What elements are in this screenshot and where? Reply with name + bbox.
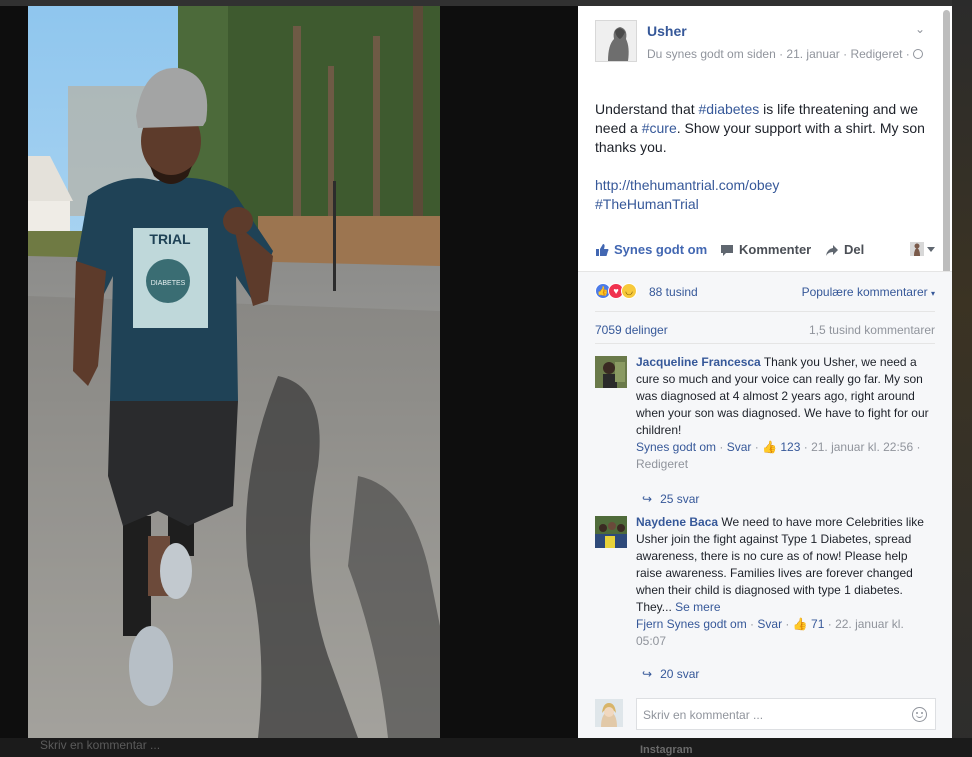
like-button-label: Synes godt om [614,242,708,257]
replies-count: 20 svar [660,667,700,681]
comment-author-link[interactable]: Jacqueline Francesca [636,355,761,369]
post-header: Usher Du synes godt om siden · 21. janua… [595,20,925,80]
hashtag-cure[interactable]: #cure [642,120,677,136]
background-section-label: Instagram [640,744,693,756]
like-button[interactable]: Synes godt om [595,242,707,257]
share-icon [826,244,838,256]
chevron-down-icon[interactable]: ⌄ [915,22,925,36]
hashtag-diabetes[interactable]: #diabetes [699,101,760,117]
post-meta: Du synes godt om siden · 21. januar · Re… [647,46,927,62]
comment-unlike-link[interactable]: Fjern Synes godt om [636,617,747,631]
post-text-segment: Understand that [595,101,699,117]
thumbs-up-icon [596,243,609,256]
reply-arrow-icon: ↪ [642,667,653,681]
comments-count[interactable]: 1,5 tusind kommentarer [809,323,935,337]
share-button[interactable]: Del [825,242,864,257]
page-name-link[interactable]: Usher [647,23,687,39]
comment-sort-label: Populære kommentarer [801,285,928,299]
comment-sort-dropdown[interactable]: Populære kommentarer ▾ [802,285,935,299]
comment-body: Jacqueline Francesca Thank you Usher, we… [636,354,936,473]
post-photo[interactable]: TRIAL DIABETES [28,6,440,738]
post-actions: Synes godt om Kommenter Del [595,240,935,262]
reaction-icons: 👍 ♥ ◡ [595,283,637,299]
thumbs-up-outline-icon: 👍 [762,440,778,454]
post-meta-text: Du synes godt om siden · 21. januar · Re… [647,47,910,61]
comment-like-count[interactable]: 👍 71 [793,617,825,631]
comment-like-count[interactable]: 👍 123 [762,440,800,454]
svg-text:TRIAL: TRIAL [149,231,191,247]
comment-like-count-value: 71 [811,617,825,631]
comment-reply-link[interactable]: Svar [727,440,752,454]
comment-like-link[interactable]: Synes godt om [636,440,716,454]
page-thumb-icon [910,242,924,256]
comment-input-placeholder: Skriv en kommentar ... [643,708,764,722]
background-comment-placeholder: Skriv en kommentar ... [40,738,161,752]
audience-selector[interactable] [910,242,935,256]
caret-down-icon [927,246,935,252]
hashtag-thehumantrial[interactable]: #TheHumanTrial [595,195,940,214]
divider [595,311,935,312]
reply-arrow-icon: ↪ [642,492,653,506]
reaction-count[interactable]: 88 tusind [649,285,698,299]
photo-illustration: TRIAL DIABETES [28,6,440,738]
post-message-paragraph: Understand that #diabetes is life threat… [595,100,940,157]
comment-input[interactable]: Skriv en kommentar ... [636,698,936,730]
share-button-label: Del [844,242,865,257]
replies-count: 25 svar [660,492,700,506]
comment-meta: Fjern Synes godt om · Svar · 👍 71 · 22. … [636,617,904,648]
background-page-right [952,0,972,757]
comment-edited-label[interactable]: Redigeret [636,457,688,471]
emoji-icon[interactable] [912,707,927,722]
comment-body: Naydene Baca We need to have more Celebr… [636,514,936,650]
comment-author-link[interactable]: Naydene Baca [636,515,718,529]
current-user-avatar [595,699,623,727]
photo-theater: Skriv en kommentar ... Instagram TRIAL D… [0,0,972,757]
comment-button-label: Kommenter [739,242,812,257]
comment-like-count-value: 123 [780,440,801,454]
commenter-avatar[interactable] [595,516,627,548]
reactions-summary[interactable]: 👍 ♥ ◡ 88 tusind Populære kommentarer ▾ [595,282,935,302]
post-message: Understand that #diabetes is life threat… [595,100,940,214]
thumbs-up-outline-icon: 👍 [792,617,808,631]
post-side-panel: Usher Du synes godt om siden · 21. janua… [578,6,952,738]
commenter-avatar[interactable] [595,356,627,388]
comment-timestamp[interactable]: 21. januar kl. 22:56 [811,440,913,454]
svg-text:DIABETES: DIABETES [151,280,186,287]
comment-item: Naydene Baca We need to have more Celebr… [595,514,936,686]
page-avatar[interactable] [595,20,637,62]
globe-icon [913,48,924,59]
view-replies-link[interactable]: ↪ 25 svar [642,492,699,506]
comment-meta: Synes godt om · Svar · 👍 123 · 21. janua… [636,440,921,471]
comment-item: Jacqueline Francesca Thank you Usher, we… [595,354,936,506]
comment-reply-link[interactable]: Svar [757,617,782,631]
shares-count[interactable]: 7059 delinger [595,323,668,337]
view-replies-link[interactable]: ↪ 20 svar [642,667,699,681]
caret-down-icon: ▾ [930,289,935,298]
background-page-bottom: Skriv en kommentar ... Instagram [0,738,972,757]
see-more-link[interactable]: Se mere [675,600,720,614]
external-link[interactable]: http://thehumantrial.com/obey [595,176,940,195]
divider [595,343,935,344]
comment-composer: Skriv en kommentar ... [595,698,936,730]
haha-reaction-icon: ◡ [621,283,637,299]
comment-icon [721,244,733,256]
